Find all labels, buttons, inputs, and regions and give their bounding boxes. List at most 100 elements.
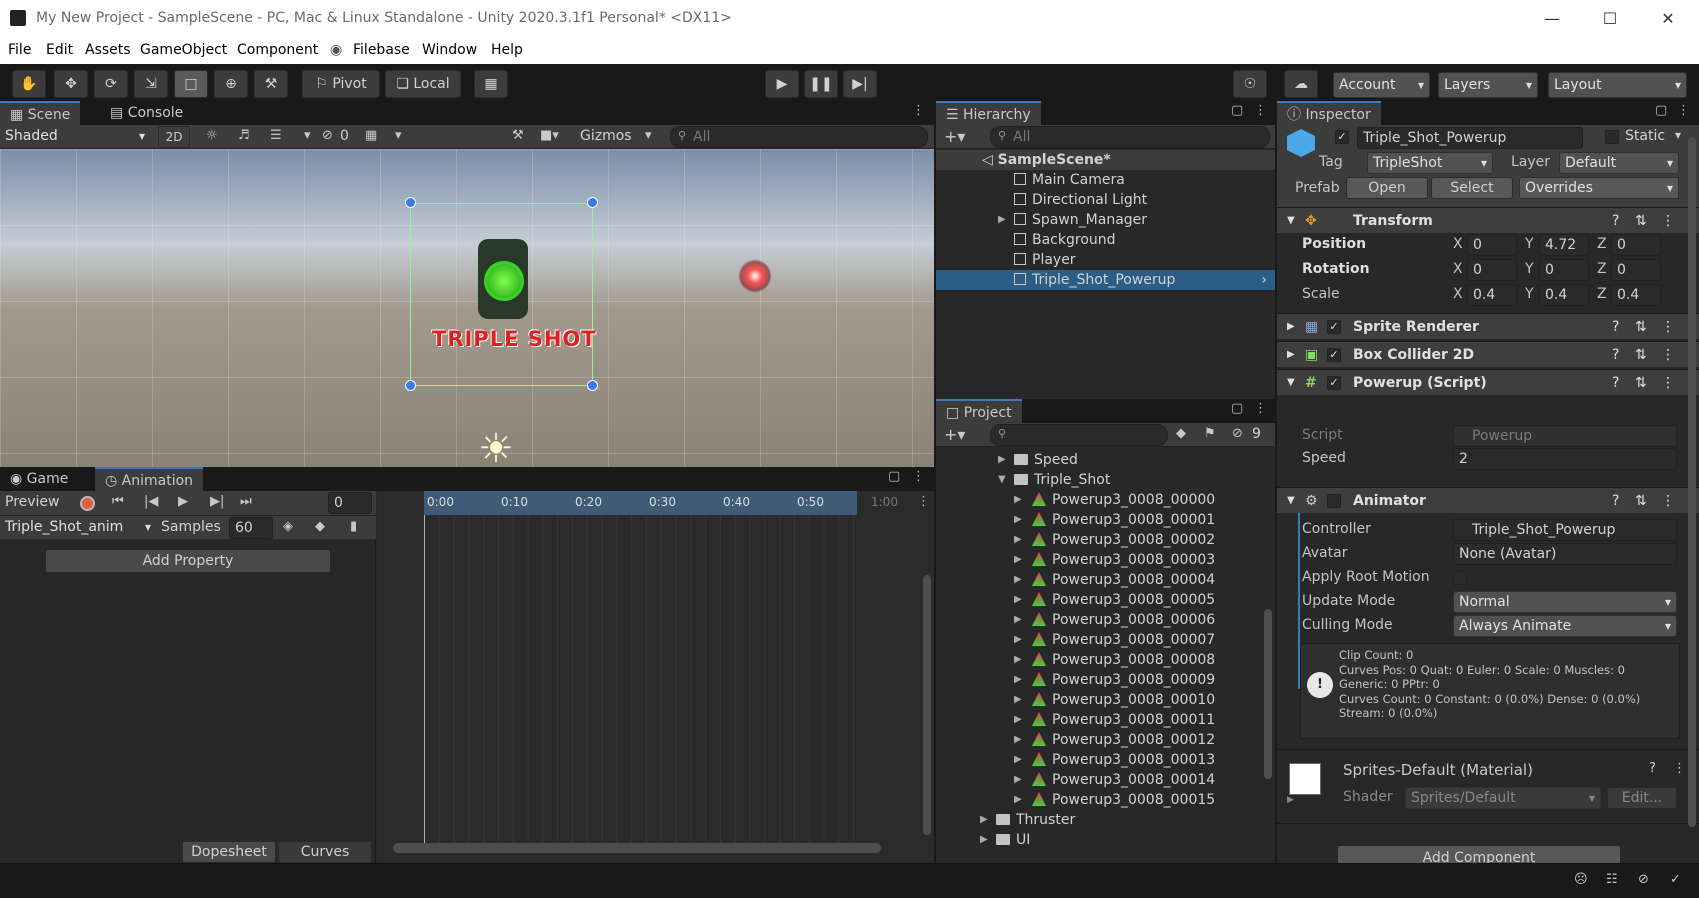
object-name-input[interactable]: Triple_Shot_Powerup: [1357, 127, 1583, 149]
box-collider-header[interactable]: ▶ ▣ ✓ Box Collider 2D ? ⇅ ⋮: [1277, 341, 1699, 367]
pos-z-input[interactable]: 0: [1611, 234, 1661, 256]
expand-arrow-icon[interactable]: ▶: [980, 830, 988, 848]
clip-dropdown[interactable]: Triple_Shot_anim: [0, 517, 156, 539]
hierarchy-item[interactable]: Background: [936, 230, 1275, 250]
samples-input[interactable]: 60: [229, 517, 273, 539]
rot-z-input[interactable]: 0: [1611, 259, 1661, 281]
powerup-script-header[interactable]: ▼ # ✓ Powerup (Script) ? ⇅ ⋮: [1277, 369, 1699, 395]
component-menu-icon[interactable]: ⋮: [1661, 342, 1675, 368]
menu-help[interactable]: Help: [491, 42, 523, 58]
pos-x-input[interactable]: 0: [1467, 234, 1517, 256]
asset-item[interactable]: ▶ Powerup3_0008_00010: [936, 690, 1262, 710]
vertical-scrollbar[interactable]: [923, 575, 931, 835]
rot-x-input[interactable]: 0: [1467, 259, 1517, 281]
kebab-menu-icon[interactable]: ⋮: [1254, 103, 1267, 118]
add-component-button[interactable]: Add Component: [1337, 845, 1621, 863]
event-marker-icon[interactable]: ▮: [350, 519, 357, 534]
tab-scene[interactable]: ▦ Scene: [0, 101, 81, 125]
step-icon[interactable]: ▶|: [843, 70, 877, 98]
expand-arrow-icon[interactable]: ▶: [998, 450, 1006, 470]
collapse-arrow-icon[interactable]: ▼: [1287, 488, 1295, 514]
pos-y-input[interactable]: 4.72: [1539, 234, 1589, 256]
tab-inspector[interactable]: ⓘ Inspector: [1277, 101, 1381, 125]
lock-icon[interactable]: ▢: [888, 469, 900, 484]
scene-search-input[interactable]: All: [670, 126, 928, 148]
hierarchy-item[interactable]: Main Camera: [936, 170, 1275, 190]
lock-icon[interactable]: ▢: [1655, 103, 1667, 118]
grid-icon[interactable]: ▦: [365, 128, 377, 143]
custom-tool-icon[interactable]: ⚒: [254, 70, 288, 98]
project-folder[interactable]: ▼ Triple_Shot: [936, 470, 1262, 490]
component-enabled-checkbox[interactable]: ✓: [1327, 320, 1341, 334]
layers-dropdown[interactable]: Layers: [1438, 72, 1538, 98]
asset-item[interactable]: ▶ Powerup3_0008_00015: [936, 790, 1262, 810]
account-dropdown[interactable]: Account: [1333, 72, 1430, 98]
2d-toggle[interactable]: 2D: [158, 126, 190, 148]
expand-arrow-icon[interactable]: ▶: [998, 210, 1006, 230]
axis-z-label[interactable]: Z: [1597, 261, 1607, 277]
audio-icon[interactable]: ♬: [238, 128, 250, 143]
grid-dropdown-icon[interactable]: ▾: [395, 128, 402, 143]
component-menu-icon[interactable]: ⋮: [1661, 208, 1675, 234]
expand-arrow-icon[interactable]: ▶: [1014, 730, 1022, 750]
scl-x-input[interactable]: 0.4: [1467, 284, 1517, 306]
tab-hierarchy[interactable]: ☰ Hierarchy: [936, 101, 1041, 125]
expand-arrow-icon[interactable]: ▶: [1287, 314, 1295, 340]
avatar-field[interactable]: None (Avatar): [1453, 543, 1677, 565]
prefab-open-button[interactable]: Open: [1346, 177, 1428, 199]
pivot-toggle[interactable]: ⚐ Pivot: [302, 70, 380, 98]
inspector-scrollbar[interactable]: [1688, 137, 1696, 827]
expand-arrow-icon[interactable]: ▶: [1014, 530, 1022, 550]
expand-arrow-icon[interactable]: ▶: [1014, 710, 1022, 730]
progress-check-icon[interactable]: ✓: [1670, 872, 1681, 887]
expand-arrow-icon[interactable]: ▶: [1014, 670, 1022, 690]
component-enabled-checkbox[interactable]: ✓: [1327, 348, 1341, 362]
transform-tool-icon[interactable]: ⊕: [214, 70, 248, 98]
project-folder[interactable]: ▶ Speed: [936, 450, 1262, 470]
layout-dropdown[interactable]: Layout: [1548, 72, 1687, 98]
expand-arrow-icon[interactable]: ▶: [1014, 650, 1022, 670]
component-menu-icon[interactable]: ⋮: [1673, 761, 1686, 776]
axis-x-label[interactable]: X: [1453, 236, 1463, 252]
hidden-objects-icon[interactable]: ⊘: [322, 128, 333, 143]
add-keyframe-icon[interactable]: ◈: [283, 519, 293, 534]
preset-icon[interactable]: ⇅: [1635, 342, 1647, 368]
kebab-menu-icon[interactable]: ⋮: [912, 103, 925, 118]
scl-y-input[interactable]: 0.4: [1539, 284, 1589, 306]
menu-window[interactable]: Window: [422, 42, 477, 58]
expand-arrow-icon[interactable]: ▶: [1014, 550, 1022, 570]
expand-arrow-icon[interactable]: ▶: [1014, 790, 1022, 810]
asset-item[interactable]: ▶ Powerup3_0008_00003: [936, 550, 1262, 570]
menu-edit[interactable]: Edit: [46, 42, 73, 58]
help-icon[interactable]: ?: [1612, 488, 1619, 514]
local-toggle[interactable]: ❏ Local: [385, 70, 461, 98]
gizmos-button[interactable]: Gizmos: [580, 128, 632, 144]
preset-icon[interactable]: ⇅: [1635, 314, 1647, 340]
cloud-icon[interactable]: ☁: [1284, 70, 1318, 98]
dropdown-arrow-icon[interactable]: ▾: [304, 128, 311, 143]
close-icon[interactable]: ✕: [1639, 0, 1697, 38]
shader-dropdown[interactable]: Sprites/Default: [1405, 787, 1601, 809]
update-mode-dropdown[interactable]: Normal: [1453, 591, 1677, 613]
asset-item[interactable]: ▶ Powerup3_0008_00011: [936, 710, 1262, 730]
expand-arrow-icon[interactable]: ▶: [1014, 690, 1022, 710]
project-search-input[interactable]: [990, 424, 1168, 446]
project-scrollbar[interactable]: [1264, 609, 1272, 779]
asset-item[interactable]: ▶ Powerup3_0008_00000: [936, 490, 1262, 510]
lock-icon[interactable]: ▢: [1231, 401, 1243, 416]
collapse-arrow-icon[interactable]: ▼: [998, 470, 1006, 490]
axis-z-label[interactable]: Z: [1597, 236, 1607, 252]
scale-tool-icon[interactable]: ⇲: [134, 70, 168, 98]
expand-arrow-icon[interactable]: ▶: [1287, 795, 1294, 805]
lock-icon[interactable]: ▢: [1231, 103, 1243, 118]
expand-arrow-icon[interactable]: ▶: [1287, 342, 1295, 368]
effects-icon[interactable]: ☰: [270, 128, 282, 143]
chevron-right-icon[interactable]: ›: [1261, 270, 1267, 290]
project-folder[interactable]: ▶ Thruster: [936, 810, 1262, 830]
collab-icon[interactable]: ☉: [1233, 70, 1267, 98]
frame-input[interactable]: 0: [328, 492, 372, 514]
help-icon[interactable]: ?: [1612, 314, 1619, 340]
rect-handle-br[interactable]: [587, 380, 598, 391]
hierarchy-item[interactable]: Player: [936, 250, 1275, 270]
axis-x-label[interactable]: X: [1453, 286, 1463, 302]
